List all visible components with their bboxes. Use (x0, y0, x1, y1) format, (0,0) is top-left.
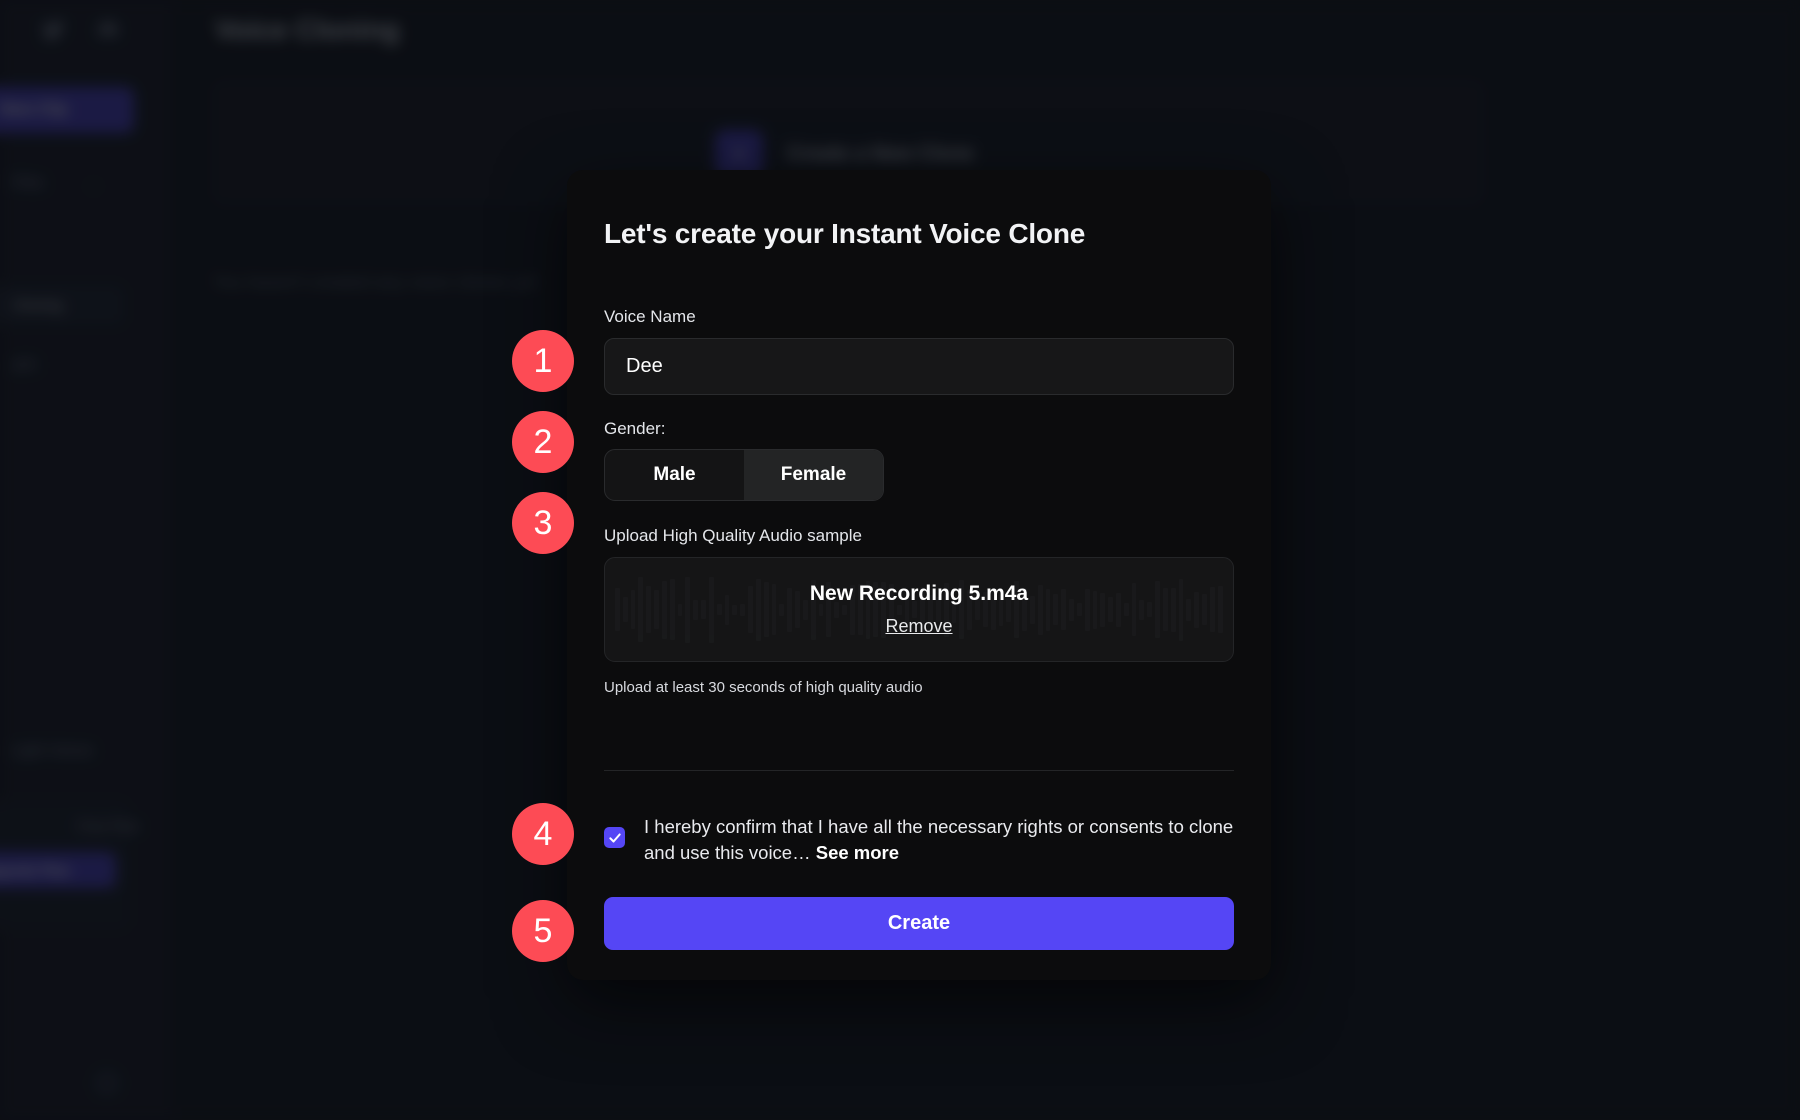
voice-name-label: Voice Name (604, 307, 696, 326)
gender-option-male[interactable]: Male (605, 450, 744, 500)
uploaded-filename: New Recording 5.m4a (809, 582, 1029, 605)
see-more-link[interactable]: See more (816, 842, 899, 863)
gender-label: Gender: (604, 419, 666, 438)
audio-waveform-graphic (605, 558, 1233, 661)
step-badge-2: 2 (512, 411, 574, 473)
consent-text-block: I hereby confirm that I have all the nec… (644, 814, 1234, 865)
consent-row: I hereby confirm that I have all the nec… (604, 814, 1234, 865)
voice-name-input[interactable] (604, 338, 1234, 395)
step-badge-3: 3 (512, 492, 574, 554)
instant-voice-clone-modal: Let's create your Instant Voice Clone Vo… (567, 170, 1271, 980)
gender-segmented-control[interactable]: Male Female (604, 449, 884, 501)
modal-divider (604, 770, 1234, 771)
remove-file-link[interactable]: Remove (885, 616, 952, 637)
upload-hint-text: Upload at least 30 seconds of high quali… (604, 679, 923, 696)
step-badge-1: 1 (512, 330, 574, 392)
audio-dropzone[interactable]: New Recording 5.m4a Remove (604, 557, 1234, 662)
check-icon (608, 832, 621, 843)
step-badge-5: 5 (512, 900, 574, 962)
gender-option-female[interactable]: Female (744, 450, 883, 500)
consent-checkbox[interactable] (604, 827, 625, 848)
create-button[interactable]: Create (604, 897, 1234, 950)
upload-audio-label: Upload High Quality Audio sample (604, 526, 862, 545)
step-badge-4: 4 (512, 803, 574, 865)
consent-text: I hereby confirm that I have all the nec… (644, 816, 1234, 863)
modal-title: Let's create your Instant Voice Clone (604, 218, 1086, 249)
